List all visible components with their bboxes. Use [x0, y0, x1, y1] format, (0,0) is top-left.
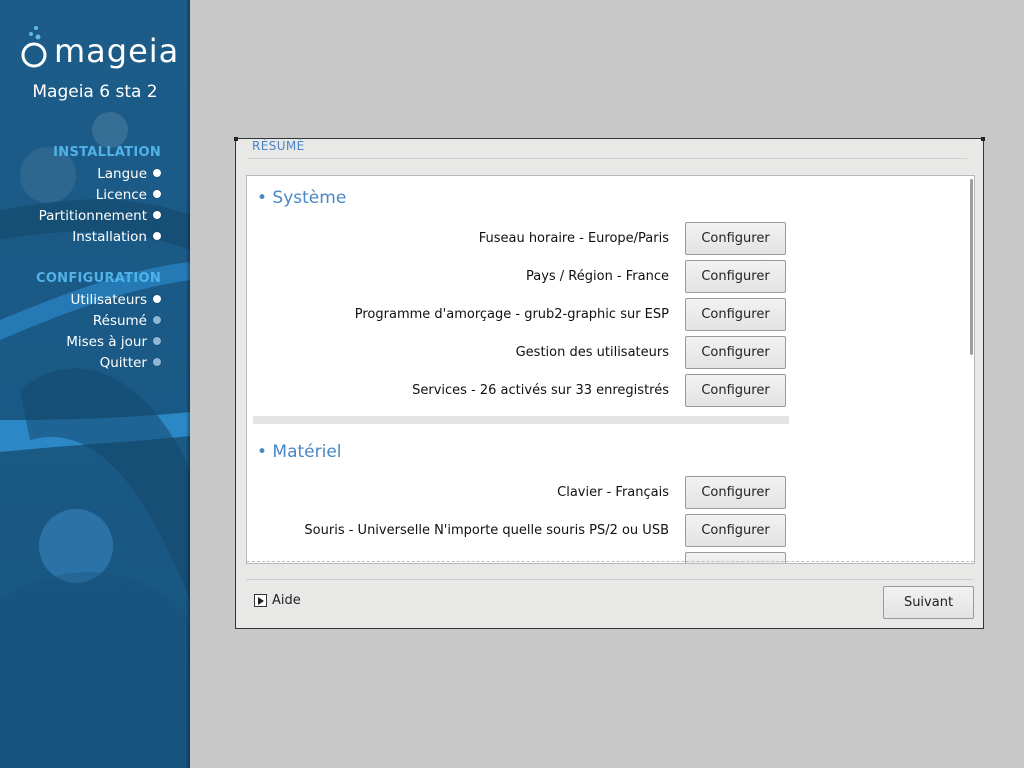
section-title-materiel: • Matériel	[257, 442, 342, 462]
section-title-systeme: • Système	[257, 188, 347, 208]
step-done-icon	[153, 190, 161, 198]
configure-timezone-button[interactable]: Configurer	[685, 222, 786, 255]
help-arrow-icon	[254, 594, 267, 607]
row-label-services: Services - 26 activés sur 33 enregistrés	[412, 383, 669, 398]
nav-item-resume: Résumé	[92, 313, 147, 329]
step-pending-icon	[153, 358, 161, 366]
nav-item-quitter: Quitter	[99, 355, 147, 371]
footer-divider	[246, 579, 973, 580]
configure-country-button[interactable]: Configurer	[685, 260, 786, 293]
nav-section-installation: INSTALLATION	[53, 145, 161, 160]
row-label-users: Gestion des utilisateurs	[515, 345, 669, 360]
row-label-timezone: Fuseau horaire - Europe/Paris	[478, 231, 669, 246]
configure-keyboard-button[interactable]: Configurer	[685, 476, 786, 509]
nav-item-partitionnement: Partitionnement	[38, 208, 147, 224]
dialog-corner	[981, 137, 985, 141]
mageia-logo: mageia	[20, 24, 180, 74]
row-label-bootloader: Programme d'amorçage - grub2-graphic sur…	[354, 307, 669, 322]
nav-item-langue: Langue	[97, 166, 147, 182]
next-button[interactable]: Suivant	[883, 586, 974, 619]
title-divider	[248, 158, 967, 159]
row-label-country: Pays / Région - France	[525, 269, 669, 284]
help-label: Aide	[272, 593, 301, 608]
step-done-icon	[153, 211, 161, 219]
section-separator	[253, 416, 789, 424]
nav-item-licence: Licence	[95, 187, 147, 203]
row-label-mouse: Souris - Universelle N'importe quelle so…	[304, 523, 669, 538]
installer-sidebar: mageia Mageia 6 sta 2 INSTALLATION Langu…	[0, 0, 190, 768]
step-current-icon	[153, 316, 161, 324]
mageia-cauldron-icon	[21, 26, 47, 68]
configure-users-button[interactable]: Configurer	[685, 336, 786, 369]
step-pending-icon	[153, 337, 161, 345]
summary-scroll-area[interactable]: • Système Fuseau horaire - Europe/Paris …	[246, 175, 975, 564]
nav-section-configuration: CONFIGURATION	[35, 271, 161, 286]
nav-item-utilisateurs: Utilisateurs	[70, 292, 147, 308]
step-done-icon	[153, 232, 161, 240]
logo-wordmark: mageia	[54, 32, 180, 70]
row-label-keyboard: Clavier - Français	[557, 485, 669, 500]
summary-dialog: RÉSUMÉ • Système Fuseau horaire - Europe…	[234, 137, 985, 629]
sidebar-decoration	[0, 112, 190, 768]
help-button[interactable]: Aide	[254, 593, 301, 608]
version-label: Mageia 6 sta 2	[32, 82, 158, 102]
scroll-area-bottom-edge	[247, 561, 974, 563]
step-done-icon	[153, 169, 161, 177]
nav-item-installation: Installation	[72, 229, 147, 245]
vertical-scrollbar[interactable]	[970, 179, 973, 355]
sidebar-edge-shadow	[186, 0, 190, 768]
configure-mouse-button[interactable]: Configurer	[685, 514, 786, 547]
configure-services-button[interactable]: Configurer	[685, 374, 786, 407]
nav-item-mises-a-jour: Mises à jour	[66, 334, 147, 350]
dialog-title: RÉSUMÉ	[252, 139, 305, 153]
configure-bootloader-button[interactable]: Configurer	[685, 298, 786, 331]
dialog-corner	[234, 137, 238, 141]
step-done-icon	[153, 295, 161, 303]
